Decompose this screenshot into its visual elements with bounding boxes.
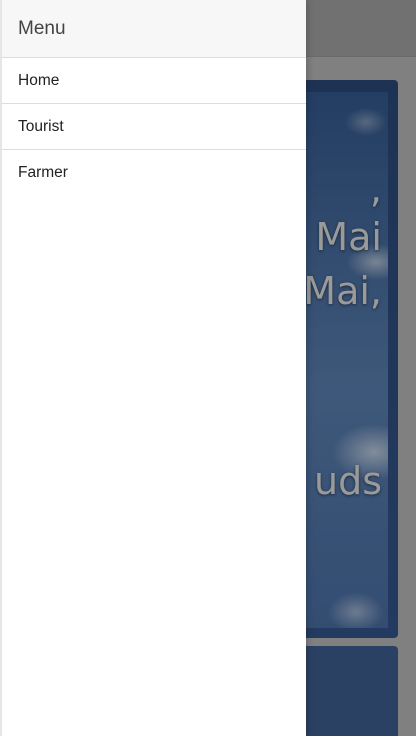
menu-item-label: Home bbox=[18, 71, 60, 89]
menu-item-label: Farmer bbox=[18, 164, 68, 181]
menu-item-label: Tourist bbox=[18, 117, 64, 135]
drawer-header: Menu bbox=[2, 0, 306, 58]
menu-list: Home Tourist Farmer bbox=[2, 58, 306, 196]
menu-item-home[interactable]: Home bbox=[2, 58, 306, 104]
menu-item-farmer[interactable]: Farmer bbox=[2, 150, 306, 196]
navigation-drawer: Menu Home Tourist Farmer bbox=[0, 0, 306, 736]
menu-item-tourist[interactable]: Tourist bbox=[2, 104, 306, 150]
drawer-title: Menu bbox=[18, 17, 66, 39]
